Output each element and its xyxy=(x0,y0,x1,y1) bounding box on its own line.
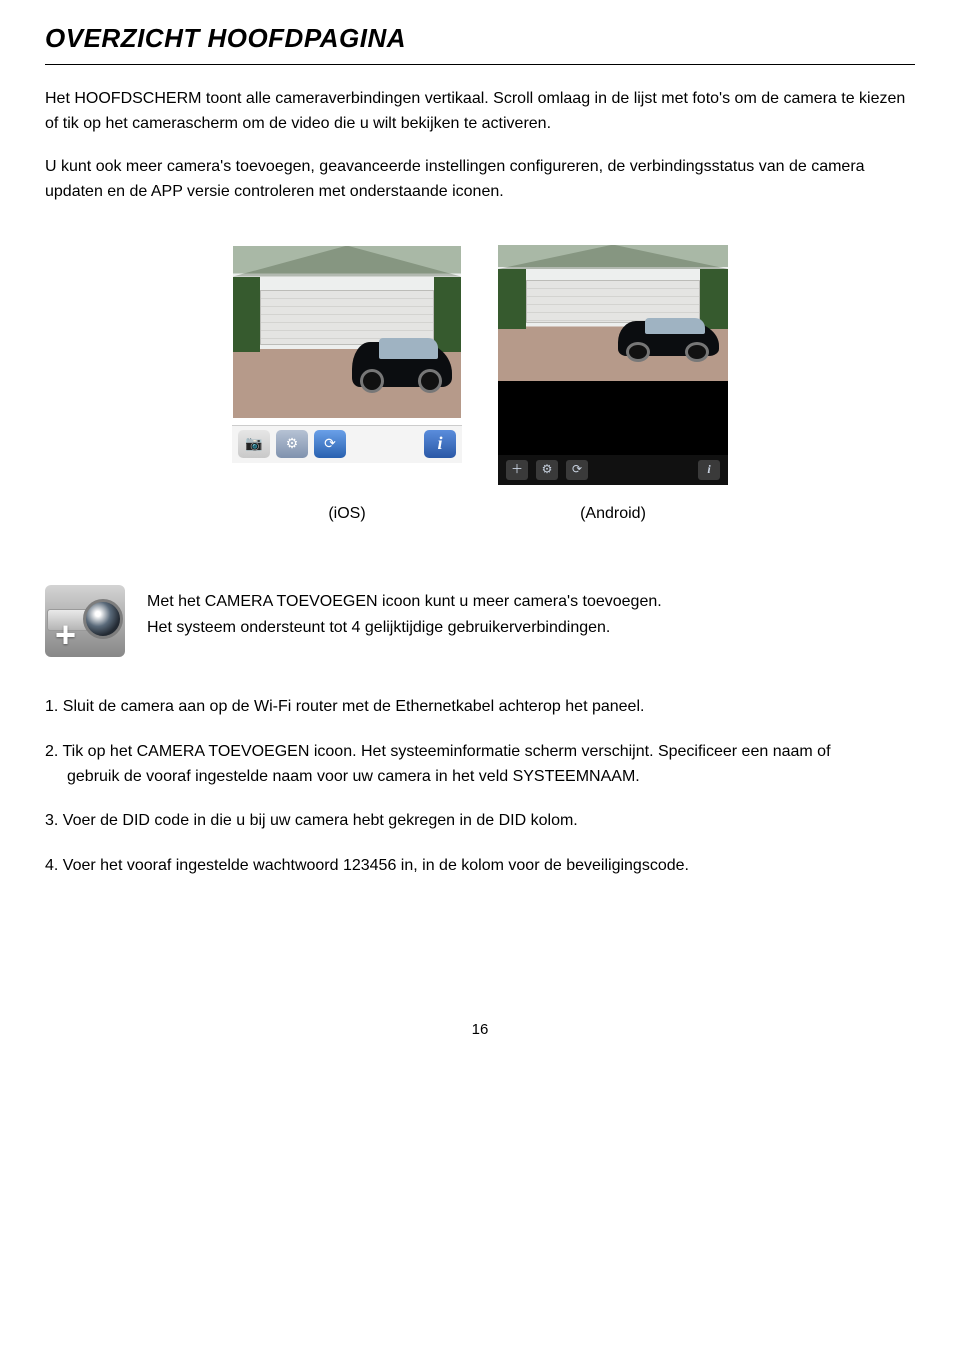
android-toolbar: ＋ ⚙ ⟳ i xyxy=(498,455,728,485)
camera-scene-image xyxy=(233,246,461,418)
add-camera-icon: ＋ xyxy=(506,460,528,480)
ios-camera-preview xyxy=(232,245,462,419)
add-camera-description: + Met het CAMERA TOEVOEGEN icoon kunt u … xyxy=(45,585,915,657)
screenshots-row: 📷 ⚙ ⟳ i ＋ ⚙ ⟳ i xyxy=(45,245,915,485)
android-caption: (Android) xyxy=(498,503,728,525)
step-3: 3. Voer de DID code in die u bij uw came… xyxy=(45,809,915,834)
step-2-line-2: gebruik de vooraf ingestelde naam voor u… xyxy=(45,765,915,790)
step-2-line-1: 2. Tik op het CAMERA TOEVOEGEN icoon. He… xyxy=(45,743,831,760)
ios-screenshot: 📷 ⚙ ⟳ i xyxy=(232,245,462,485)
ios-toolbar: 📷 ⚙ ⟳ i xyxy=(232,425,462,463)
settings-icon: ⚙ xyxy=(536,460,558,480)
step-4: 4. Voer het vooraf ingestelde wachtwoord… xyxy=(45,854,915,879)
step-1: 1. Sluit de camera aan op de Wi-Fi route… xyxy=(45,695,915,720)
add-camera-large-icon: + xyxy=(45,585,125,657)
intro-paragraph-2: U kunt ook meer camera's toevoegen, geav… xyxy=(45,155,915,205)
ios-caption: (iOS) xyxy=(232,503,462,525)
android-screenshot: ＋ ⚙ ⟳ i xyxy=(498,245,728,485)
page-heading: OVERZICHT HOOFDPAGINA xyxy=(45,20,915,65)
add-camera-text-2: Het systeem ondersteunt tot 4 gelijktijd… xyxy=(147,617,915,639)
add-camera-text-1: Met het CAMERA TOEVOEGEN icoon kunt u me… xyxy=(147,591,915,613)
camera-scene-image xyxy=(498,245,728,381)
info-icon: i xyxy=(698,460,720,480)
android-camera-preview xyxy=(498,245,728,381)
captions-row: (iOS) (Android) xyxy=(45,493,915,525)
steps-list: 1. Sluit de camera aan op de Wi-Fi route… xyxy=(45,695,915,879)
refresh-icon: ⟳ xyxy=(314,430,346,458)
info-icon: i xyxy=(424,430,456,458)
page-number: 16 xyxy=(45,1019,915,1040)
step-2: 2. Tik op het CAMERA TOEVOEGEN icoon. He… xyxy=(45,740,915,790)
android-black-area xyxy=(498,381,728,455)
add-camera-icon: 📷 xyxy=(238,430,270,458)
settings-icon: ⚙ xyxy=(276,430,308,458)
intro-paragraph-1: Het HOOFDSCHERM toont alle cameraverbind… xyxy=(45,87,915,137)
refresh-icon: ⟳ xyxy=(566,460,588,480)
